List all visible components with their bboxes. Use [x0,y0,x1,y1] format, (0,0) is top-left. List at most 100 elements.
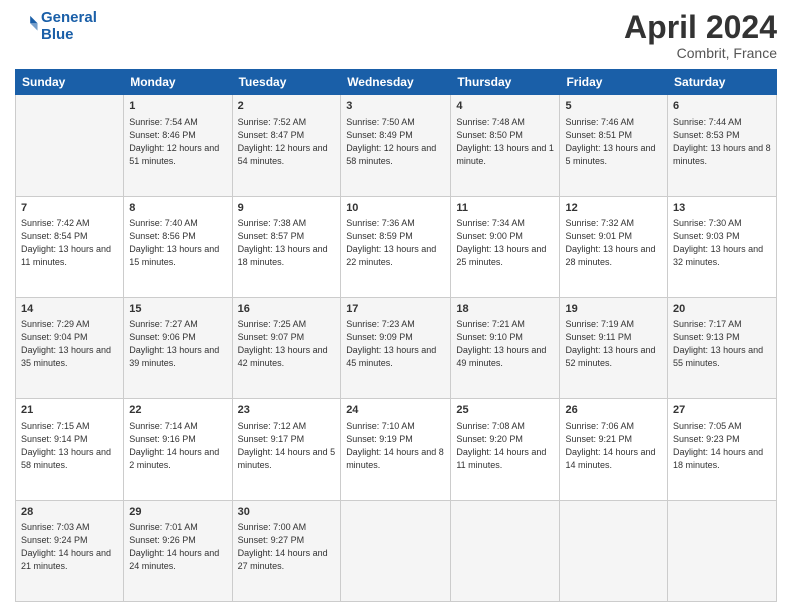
day-cell: 9Sunrise: 7:38 AMSunset: 8:57 PMDaylight… [232,196,341,297]
day-info: Sunrise: 7:00 AMSunset: 9:27 PMDaylight:… [238,521,336,573]
title-block: April 2024 Combrit, France [624,10,777,61]
day-cell [668,500,777,601]
day-number: 9 [238,201,336,216]
calendar-table: SundayMondayTuesdayWednesdayThursdayFrid… [15,69,777,602]
day-info: Sunrise: 7:50 AMSunset: 8:49 PMDaylight:… [346,116,445,168]
day-cell: 27 Sunrise: 7:05 AMSunset: 9:23 PMDayligh… [668,399,777,500]
day-number: 3 [346,99,445,114]
day-info: Sunrise: 7:23 AMSunset: 9:09 PMDaylight:… [346,318,445,370]
day-number: 15 [129,302,226,317]
day-info: Sunrise: 7:21 AMSunset: 9:10 PMDaylight:… [456,318,554,370]
day-number: 12 [565,201,662,216]
day-cell: 25 Sunrise: 7:08 AMSunset: 9:20 PMDayligh… [451,399,560,500]
day-cell: 24Sunrise: 7:10 AMSunset: 9:19 PMDayligh… [341,399,451,500]
header: General Blue April 2024 Combrit, France [15,10,777,61]
day-cell: 20Sunrise: 7:17 AMSunset: 9:13 PMDayligh… [668,297,777,398]
week-row-0: 1 Sunrise: 7:54 AMSunset: 8:46 PMDaylight… [16,95,777,196]
day-number: 17 [346,302,445,317]
day-cell: 1 Sunrise: 7:54 AMSunset: 8:46 PMDaylight… [124,95,232,196]
day-cell: 8Sunrise: 7:40 AMSunset: 8:56 PMDaylight… [124,196,232,297]
day-number: 24 [346,403,445,418]
day-info: Sunrise: 7:19 AMSunset: 9:11 PMDaylight:… [565,318,662,370]
col-tuesday: Tuesday [232,70,341,95]
day-number: 2 [238,99,336,114]
day-cell: 3 Sunrise: 7:50 AMSunset: 8:49 PMDaylight… [341,95,451,196]
col-friday: Friday [560,70,668,95]
day-info: Sunrise: 7:32 AMSunset: 9:01 PMDaylight:… [565,217,662,269]
day-number: 29 [129,505,226,520]
day-cell: 21 Sunrise: 7:15 AMSunset: 9:14 PMDayligh… [16,399,124,500]
day-cell: 6 Sunrise: 7:44 AMSunset: 8:53 PMDaylight… [668,95,777,196]
day-cell: 28Sunrise: 7:03 AMSunset: 9:24 PMDayligh… [16,500,124,601]
day-number: 7 [21,201,118,216]
day-info: Sunrise: 7:17 AMSunset: 9:13 PMDaylight:… [673,318,771,370]
week-row-3: 21 Sunrise: 7:15 AMSunset: 9:14 PMDayligh… [16,399,777,500]
day-info: Sunrise: 7:29 AMSunset: 9:04 PMDaylight:… [21,318,118,370]
day-cell: 23Sunrise: 7:12 AMSunset: 9:17 PMDayligh… [232,399,341,500]
day-number: 21 [21,403,118,418]
day-info: Sunrise: 7:01 AMSunset: 9:26 PMDaylight:… [129,521,226,573]
day-info: Sunrise: 7:44 AMSunset: 8:53 PMDaylight:… [673,116,771,168]
day-number: 6 [673,99,771,114]
day-number: 28 [21,505,118,520]
logo-general: General [41,10,97,27]
day-cell: 19Sunrise: 7:19 AMSunset: 9:11 PMDayligh… [560,297,668,398]
day-info: Sunrise: 7:52 AMSunset: 8:47 PMDaylight:… [238,116,336,168]
day-number: 11 [456,201,554,216]
day-info: Sunrise: 7:05 AMSunset: 9:23 PMDaylight:… [673,420,771,472]
day-info: Sunrise: 7:34 AMSunset: 9:00 PMDaylight:… [456,217,554,269]
day-cell: 14Sunrise: 7:29 AMSunset: 9:04 PMDayligh… [16,297,124,398]
location: Combrit, France [624,45,777,61]
day-number: 25 [456,403,554,418]
day-number: 10 [346,201,445,216]
day-cell [560,500,668,601]
col-thursday: Thursday [451,70,560,95]
day-number: 8 [129,201,226,216]
day-cell: 5 Sunrise: 7:46 AMSunset: 8:51 PMDaylight… [560,95,668,196]
day-cell: 10Sunrise: 7:36 AMSunset: 8:59 PMDayligh… [341,196,451,297]
day-info: Sunrise: 7:30 AMSunset: 9:03 PMDaylight:… [673,217,771,269]
day-info: Sunrise: 7:27 AMSunset: 9:06 PMDaylight:… [129,318,226,370]
day-info: Sunrise: 7:38 AMSunset: 8:57 PMDaylight:… [238,217,336,269]
day-cell: 13Sunrise: 7:30 AMSunset: 9:03 PMDayligh… [668,196,777,297]
week-row-4: 28Sunrise: 7:03 AMSunset: 9:24 PMDayligh… [16,500,777,601]
day-cell: 16Sunrise: 7:25 AMSunset: 9:07 PMDayligh… [232,297,341,398]
day-number: 4 [456,99,554,114]
day-cell: 4Sunrise: 7:48 AMSunset: 8:50 PMDaylight… [451,95,560,196]
week-row-1: 7Sunrise: 7:42 AMSunset: 8:54 PMDaylight… [16,196,777,297]
day-cell: 22Sunrise: 7:14 AMSunset: 9:16 PMDayligh… [124,399,232,500]
day-info: Sunrise: 7:25 AMSunset: 9:07 PMDaylight:… [238,318,336,370]
col-monday: Monday [124,70,232,95]
day-info: Sunrise: 7:08 AMSunset: 9:20 PMDaylight:… [456,420,554,472]
day-info: Sunrise: 7:54 AMSunset: 8:46 PMDaylight:… [129,116,226,168]
month-title: April 2024 [624,10,777,45]
day-info: Sunrise: 7:42 AMSunset: 8:54 PMDaylight:… [21,217,118,269]
logo: General Blue [15,10,97,43]
day-number: 30 [238,505,336,520]
day-number: 16 [238,302,336,317]
day-info: Sunrise: 7:46 AMSunset: 8:51 PMDaylight:… [565,116,662,168]
logo-icon [17,13,39,35]
day-cell: 7Sunrise: 7:42 AMSunset: 8:54 PMDaylight… [16,196,124,297]
header-row: SundayMondayTuesdayWednesdayThursdayFrid… [16,70,777,95]
day-number: 5 [565,99,662,114]
day-info: Sunrise: 7:06 AMSunset: 9:21 PMDaylight:… [565,420,662,472]
day-number: 26 [565,403,662,418]
day-info: Sunrise: 7:15 AMSunset: 9:14 PMDaylight:… [21,420,118,472]
day-cell: 12Sunrise: 7:32 AMSunset: 9:01 PMDayligh… [560,196,668,297]
day-number: 27 [673,403,771,418]
day-number: 19 [565,302,662,317]
day-cell: 18Sunrise: 7:21 AMSunset: 9:10 PMDayligh… [451,297,560,398]
day-cell [16,95,124,196]
col-sunday: Sunday [16,70,124,95]
day-cell: 17Sunrise: 7:23 AMSunset: 9:09 PMDayligh… [341,297,451,398]
day-info: Sunrise: 7:12 AMSunset: 9:17 PMDaylight:… [238,420,336,472]
page: General Blue April 2024 Combrit, France … [0,0,792,612]
day-number: 14 [21,302,118,317]
col-saturday: Saturday [668,70,777,95]
day-number: 1 [129,99,226,114]
day-number: 13 [673,201,771,216]
day-cell [451,500,560,601]
week-row-2: 14Sunrise: 7:29 AMSunset: 9:04 PMDayligh… [16,297,777,398]
day-info: Sunrise: 7:40 AMSunset: 8:56 PMDaylight:… [129,217,226,269]
